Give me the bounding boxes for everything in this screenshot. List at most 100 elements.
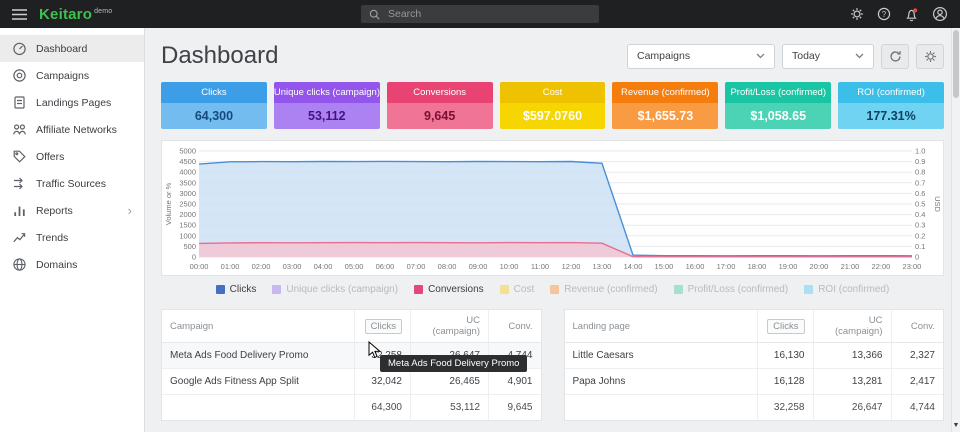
metric-label: Unique clicks (campaign) <box>274 82 380 103</box>
help-icon[interactable]: ? <box>877 7 891 21</box>
svg-text:1000: 1000 <box>179 231 196 240</box>
col-header-clicks[interactable]: Clicks <box>355 310 411 343</box>
legend-item-clicks[interactable]: Clicks <box>216 284 257 295</box>
legend-swatch <box>674 285 683 294</box>
svg-text:17:00: 17:00 <box>717 262 736 271</box>
uc-cell: 13,281 <box>813 369 891 395</box>
totals-conv: 4,744 <box>891 395 943 421</box>
campaigns-filter-value: Campaigns <box>637 50 690 62</box>
svg-text:22:00: 22:00 <box>872 262 891 271</box>
svg-text:1.0: 1.0 <box>915 147 925 156</box>
svg-text:1500: 1500 <box>179 221 196 230</box>
sidebar-item-offers[interactable]: Offers <box>0 143 144 170</box>
logo[interactable]: Keitarodemo <box>39 6 112 23</box>
search-input[interactable] <box>386 7 591 21</box>
sidebar-item-affiliate-networks[interactable]: Affiliate Networks <box>0 116 144 143</box>
sidebar-item-label: Landings Pages <box>36 97 111 109</box>
campaigns-filter-select[interactable]: Campaigns <box>627 44 775 69</box>
search-bar[interactable] <box>361 5 599 23</box>
sidebar-item-dashboard[interactable]: Dashboard <box>0 35 144 62</box>
legend-item-roi[interactable]: ROI (confirmed) <box>804 284 889 295</box>
col-header-clicks[interactable]: Clicks <box>757 310 813 343</box>
sidebar-item-domains[interactable]: Domains <box>0 251 144 278</box>
table-row[interactable]: Google Ads Fitness App Split 32,042 26,4… <box>162 369 541 395</box>
totals-row: 32,258 26,647 4,744 <box>565 395 944 421</box>
chevron-down-icon <box>756 53 765 59</box>
metrics-row: Clicks64,300 Unique clicks (campaign)53,… <box>161 82 944 129</box>
arrows-icon <box>12 176 27 191</box>
table-row[interactable]: Papa Johns 16,128 13,281 2,417 <box>565 369 944 395</box>
gear-icon <box>924 50 937 63</box>
svg-text:0.3: 0.3 <box>915 221 925 230</box>
scrollbar[interactable]: ▼ <box>951 28 960 432</box>
sidebar-item-landings-pages[interactable]: Landings Pages <box>0 89 144 116</box>
table-row[interactable]: Little Caesars 16,130 13,366 2,327 <box>565 343 944 369</box>
svg-text:500: 500 <box>184 242 197 251</box>
notifications-bell-icon[interactable] <box>904 7 919 22</box>
svg-text:0.4: 0.4 <box>915 210 925 219</box>
svg-text:0.2: 0.2 <box>915 231 925 240</box>
svg-text:04:00: 04:00 <box>314 262 333 271</box>
topbar-actions: ? <box>850 6 948 22</box>
svg-text:09:00: 09:00 <box>469 262 488 271</box>
sidebar-item-label: Dashboard <box>36 43 87 55</box>
sidebar-item-reports[interactable]: Reports › <box>0 197 144 224</box>
svg-text:2500: 2500 <box>179 200 196 209</box>
legend-item-profit-loss[interactable]: Profit/Loss (confirmed) <box>674 284 789 295</box>
tag-icon <box>12 149 27 164</box>
col-header-uc-campaign[interactable]: UC (campaign) <box>411 310 489 343</box>
metric-value: $597.0760 <box>500 103 606 129</box>
landing-name-cell[interactable]: Little Caesars <box>565 343 758 369</box>
conv-cell: 2,417 <box>891 369 943 395</box>
totals-clicks: 64,300 <box>355 395 411 421</box>
menu-icon[interactable] <box>12 9 27 20</box>
sidebar-item-trends[interactable]: Trends <box>0 224 144 251</box>
gear-icon[interactable] <box>850 7 864 21</box>
sidebar-item-traffic-sources[interactable]: Traffic Sources <box>0 170 144 197</box>
account-icon[interactable] <box>932 6 948 22</box>
traffic-chart: 005000.110000.215000.320000.425000.53000… <box>163 145 942 273</box>
logo-badge: demo <box>94 8 112 15</box>
svg-text:15:00: 15:00 <box>655 262 674 271</box>
legend-item-cost[interactable]: Cost <box>500 284 535 295</box>
col-header-landing-page[interactable]: Landing page <box>565 310 758 343</box>
header-controls: Campaigns Today <box>627 44 944 69</box>
trend-icon <box>12 230 27 245</box>
totals-spacer <box>565 395 758 421</box>
svg-text:0.9: 0.9 <box>915 157 925 166</box>
legend-label: Clicks <box>230 284 257 295</box>
landing-name-cell[interactable]: Papa Johns <box>565 369 758 395</box>
totals-clicks: 32,258 <box>757 395 813 421</box>
col-header-uc-campaign[interactable]: UC (campaign) <box>813 310 891 343</box>
metric-value: 53,112 <box>274 103 380 129</box>
chart-legend: Clicks Unique clicks (campaign) Conversi… <box>161 284 944 295</box>
legend-item-revenue[interactable]: Revenue (confirmed) <box>550 284 657 295</box>
legend-item-conversions[interactable]: Conversions <box>414 284 484 295</box>
logo-text: Keitaro <box>39 6 92 23</box>
metric-label: Conversions <box>387 82 493 103</box>
date-range-select[interactable]: Today <box>782 44 874 69</box>
svg-text:5000: 5000 <box>179 147 196 156</box>
col-header-campaign[interactable]: Campaign <box>162 310 355 343</box>
campaign-name-cell[interactable]: Google Ads Fitness App Split <box>162 369 355 395</box>
metric-label: Revenue (confirmed) <box>612 82 718 103</box>
refresh-button[interactable] <box>881 44 909 69</box>
col-header-conv[interactable]: Conv. <box>891 310 943 343</box>
scrollbar-thumb[interactable] <box>953 30 959 98</box>
svg-text:0.5: 0.5 <box>915 200 925 209</box>
totals-row: 64,300 53,112 9,645 <box>162 395 541 421</box>
legend-item-unique-clicks[interactable]: Unique clicks (campaign) <box>272 284 398 295</box>
metric-card-profit-loss: Profit/Loss (confirmed)$1,058.65 <box>725 82 831 129</box>
date-range-value: Today <box>792 50 820 62</box>
tooltip: Meta Ads Food Delivery Promo <box>380 355 527 372</box>
campaign-name-cell[interactable]: Meta Ads Food Delivery Promo <box>162 343 355 369</box>
conv-cell: 4,901 <box>489 369 541 395</box>
col-header-conv[interactable]: Conv. <box>489 310 541 343</box>
svg-text:12:00: 12:00 <box>562 262 581 271</box>
scroll-down-arrow-icon[interactable]: ▼ <box>952 419 960 431</box>
legend-swatch <box>414 285 423 294</box>
dashboard-settings-button[interactable] <box>916 44 944 69</box>
sidebar-item-campaigns[interactable]: Campaigns <box>0 62 144 89</box>
metric-value: $1,058.65 <box>725 103 831 129</box>
refresh-icon <box>889 50 902 63</box>
